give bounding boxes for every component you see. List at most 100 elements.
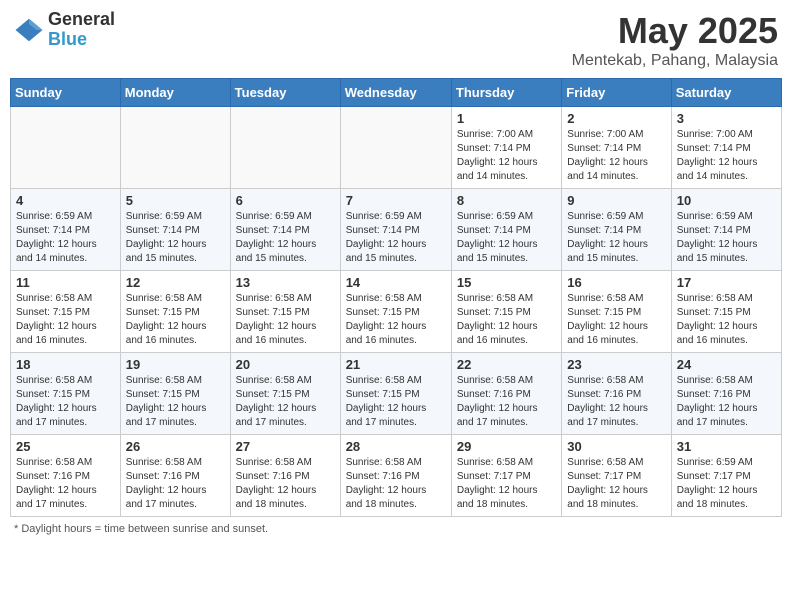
day-info: Sunrise: 6:58 AM Sunset: 7:16 PM Dayligh… [346, 456, 446, 512]
day-info: Sunrise: 6:59 AM Sunset: 7:14 PM Dayligh… [346, 210, 446, 266]
day-info: Sunrise: 6:58 AM Sunset: 7:17 PM Dayligh… [457, 456, 556, 512]
calendar-week-4: 18 Sunrise: 6:58 AM Sunset: 7:15 PM Dayli… [11, 353, 782, 435]
day-info: Sunrise: 6:59 AM Sunset: 7:14 PM Dayligh… [16, 210, 115, 266]
calendar-cell: 10 Sunrise: 6:59 AM Sunset: 7:14 PM Dayli… [671, 189, 781, 271]
day-number: 28 [346, 439, 446, 454]
calendar-cell [230, 107, 340, 189]
day-number: 30 [567, 439, 665, 454]
day-info: Sunrise: 6:58 AM Sunset: 7:15 PM Dayligh… [346, 374, 446, 430]
day-header-saturday: Saturday [671, 79, 781, 107]
calendar-week-5: 25 Sunrise: 6:58 AM Sunset: 7:16 PM Dayli… [11, 435, 782, 517]
day-number: 17 [677, 275, 776, 290]
calendar-cell: 6 Sunrise: 6:59 AM Sunset: 7:14 PM Daylig… [230, 189, 340, 271]
day-info: Sunrise: 6:58 AM Sunset: 7:15 PM Dayligh… [16, 374, 115, 430]
calendar-week-1: 1 Sunrise: 7:00 AM Sunset: 7:14 PM Daylig… [11, 107, 782, 189]
day-header-monday: Monday [120, 79, 230, 107]
calendar-cell: 18 Sunrise: 6:58 AM Sunset: 7:15 PM Dayli… [11, 353, 121, 435]
day-header-sunday: Sunday [11, 79, 121, 107]
calendar-cell: 3 Sunrise: 7:00 AM Sunset: 7:14 PM Daylig… [671, 107, 781, 189]
day-header-tuesday: Tuesday [230, 79, 340, 107]
calendar-cell: 21Sunrise: 6:58 AM Sunset: 7:15 PM Dayli… [340, 353, 451, 435]
calendar-cell [11, 107, 121, 189]
day-number: 2 [567, 111, 665, 126]
day-number: 25 [16, 439, 115, 454]
day-info: Sunrise: 6:58 AM Sunset: 7:16 PM Dayligh… [677, 374, 776, 430]
day-info: Sunrise: 6:58 AM Sunset: 7:15 PM Dayligh… [677, 292, 776, 348]
day-number: 18 [16, 357, 115, 372]
logo-text: General Blue [48, 10, 115, 50]
calendar-cell [340, 107, 451, 189]
day-info: Sunrise: 6:59 AM Sunset: 7:14 PM Dayligh… [677, 210, 776, 266]
calendar-cell: 17 Sunrise: 6:58 AM Sunset: 7:15 PM Dayli… [671, 271, 781, 353]
calendar-header-row: SundayMondayTuesdayWednesdayThursdayFrid… [11, 79, 782, 107]
day-number: 14 [346, 275, 446, 290]
day-info: Sunrise: 6:58 AM Sunset: 7:16 PM Dayligh… [457, 374, 556, 430]
day-info: Sunrise: 6:58 AM Sunset: 7:15 PM Dayligh… [126, 292, 225, 348]
calendar-cell: 26 Sunrise: 6:58 AM Sunset: 7:16 PM Dayli… [120, 435, 230, 517]
day-info: Sunrise: 7:00 AM Sunset: 7:14 PM Dayligh… [457, 128, 556, 184]
day-info: Sunrise: 6:58 AM Sunset: 7:16 PM Dayligh… [567, 374, 665, 430]
day-number: 13 [236, 275, 335, 290]
calendar-week-3: 11Sunrise: 6:58 AM Sunset: 7:15 PM Dayli… [11, 271, 782, 353]
day-number: 16 [567, 275, 665, 290]
calendar-cell [120, 107, 230, 189]
day-info: Sunrise: 6:59 AM Sunset: 7:14 PM Dayligh… [457, 210, 556, 266]
calendar-cell: 22Sunrise: 6:58 AM Sunset: 7:16 PM Dayli… [451, 353, 561, 435]
day-number: 4 [16, 193, 115, 208]
day-number: 6 [236, 193, 335, 208]
day-number: 19 [126, 357, 225, 372]
day-number: 9 [567, 193, 665, 208]
calendar-cell: 13Sunrise: 6:58 AM Sunset: 7:15 PM Dayli… [230, 271, 340, 353]
day-number: 23 [567, 357, 665, 372]
day-info: Sunrise: 6:58 AM Sunset: 7:17 PM Dayligh… [567, 456, 665, 512]
day-info: Sunrise: 7:00 AM Sunset: 7:14 PM Dayligh… [677, 128, 776, 184]
footer-note: * Daylight hours = time between sunrise … [10, 523, 782, 535]
day-info: Sunrise: 6:59 AM Sunset: 7:14 PM Dayligh… [236, 210, 335, 266]
calendar-cell: 16 Sunrise: 6:58 AM Sunset: 7:15 PM Dayli… [562, 271, 671, 353]
logo: General Blue [14, 10, 115, 50]
day-info: Sunrise: 6:58 AM Sunset: 7:16 PM Dayligh… [126, 456, 225, 512]
calendar-cell: 9 Sunrise: 6:59 AM Sunset: 7:14 PM Daylig… [562, 189, 671, 271]
day-number: 26 [126, 439, 225, 454]
day-number: 3 [677, 111, 776, 126]
day-number: 20 [236, 357, 335, 372]
day-info: Sunrise: 7:00 AM Sunset: 7:14 PM Dayligh… [567, 128, 665, 184]
day-number: 5 [126, 193, 225, 208]
calendar-table: SundayMondayTuesdayWednesdayThursdayFrid… [10, 78, 782, 517]
day-info: Sunrise: 6:59 AM Sunset: 7:17 PM Dayligh… [677, 456, 776, 512]
day-number: 10 [677, 193, 776, 208]
day-info: Sunrise: 6:59 AM Sunset: 7:14 PM Dayligh… [567, 210, 665, 266]
logo-blue-label: Blue [48, 30, 115, 50]
calendar-cell: 7Sunrise: 6:59 AM Sunset: 7:14 PM Daylig… [340, 189, 451, 271]
day-header-wednesday: Wednesday [340, 79, 451, 107]
day-info: Sunrise: 6:58 AM Sunset: 7:15 PM Dayligh… [16, 292, 115, 348]
day-number: 24 [677, 357, 776, 372]
calendar-cell: 29Sunrise: 6:58 AM Sunset: 7:17 PM Dayli… [451, 435, 561, 517]
calendar-cell: 14 Sunrise: 6:58 AM Sunset: 7:15 PM Dayli… [340, 271, 451, 353]
day-number: 1 [457, 111, 556, 126]
page-header: General Blue May 2025 Mentekab, Pahang, … [10, 10, 782, 70]
day-info: Sunrise: 6:58 AM Sunset: 7:15 PM Dayligh… [457, 292, 556, 348]
logo-general-label: General [48, 10, 115, 30]
day-info: Sunrise: 6:58 AM Sunset: 7:15 PM Dayligh… [126, 374, 225, 430]
calendar-cell: 2 Sunrise: 7:00 AM Sunset: 7:14 PM Daylig… [562, 107, 671, 189]
day-info: Sunrise: 6:58 AM Sunset: 7:16 PM Dayligh… [16, 456, 115, 512]
day-number: 15 [457, 275, 556, 290]
calendar-cell: 12Sunrise: 6:58 AM Sunset: 7:15 PM Dayli… [120, 271, 230, 353]
day-header-friday: Friday [562, 79, 671, 107]
calendar-cell: 15 Sunrise: 6:58 AM Sunset: 7:15 PM Dayli… [451, 271, 561, 353]
title-block: May 2025 Mentekab, Pahang, Malaysia [572, 10, 778, 70]
calendar-cell: 27Sunrise: 6:58 AM Sunset: 7:16 PM Dayli… [230, 435, 340, 517]
calendar-cell: 5Sunrise: 6:59 AM Sunset: 7:14 PM Daylig… [120, 189, 230, 271]
calendar-cell: 1 Sunrise: 7:00 AM Sunset: 7:14 PM Daylig… [451, 107, 561, 189]
month-title: May 2025 [572, 10, 778, 52]
calendar-cell: 24 Sunrise: 6:58 AM Sunset: 7:16 PM Dayli… [671, 353, 781, 435]
day-info: Sunrise: 6:58 AM Sunset: 7:15 PM Dayligh… [346, 292, 446, 348]
day-info: Sunrise: 6:58 AM Sunset: 7:15 PM Dayligh… [567, 292, 665, 348]
calendar-week-2: 4 Sunrise: 6:59 AM Sunset: 7:14 PM Daylig… [11, 189, 782, 271]
calendar-cell: 23 Sunrise: 6:58 AM Sunset: 7:16 PM Dayli… [562, 353, 671, 435]
day-number: 31 [677, 439, 776, 454]
day-number: 27 [236, 439, 335, 454]
calendar-cell: 25 Sunrise: 6:58 AM Sunset: 7:16 PM Dayli… [11, 435, 121, 517]
day-number: 8 [457, 193, 556, 208]
